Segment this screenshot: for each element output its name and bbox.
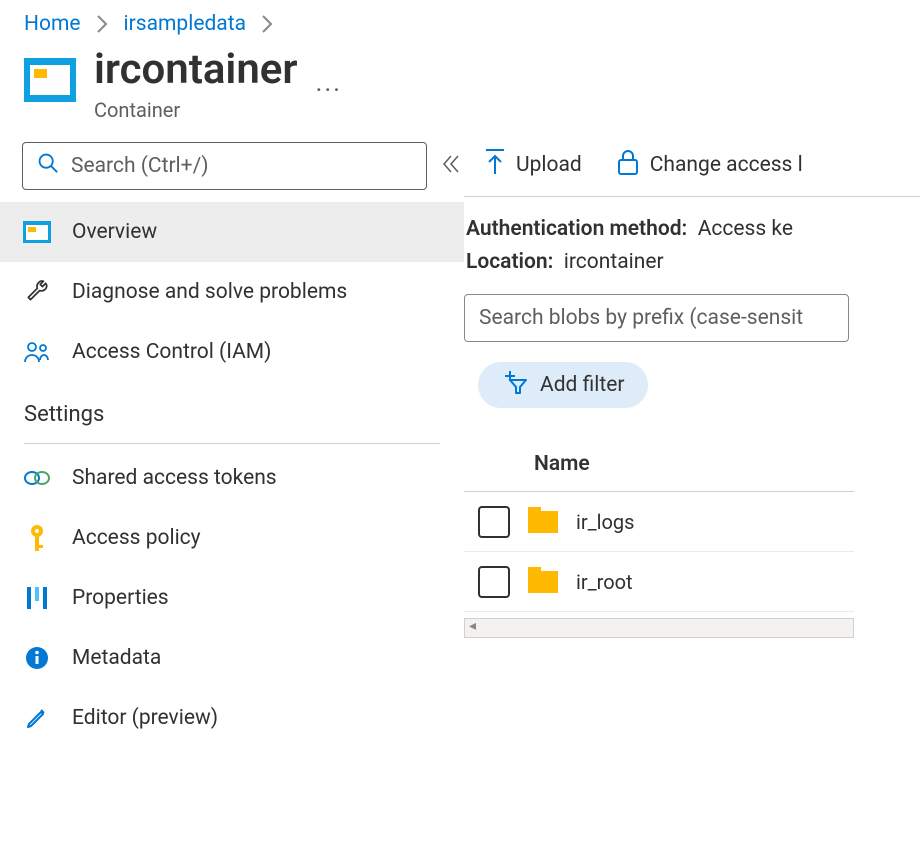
sidebar-item-shared-access-tokens[interactable]: Shared access tokens — [0, 448, 464, 508]
row-checkbox[interactable] — [478, 506, 510, 538]
blob-table: Name ir_logs ir_root — [464, 436, 854, 612]
sidebar-item-label: Metadata — [72, 646, 161, 670]
table-row[interactable]: ir_logs — [464, 492, 854, 552]
column-name[interactable]: Name — [534, 452, 590, 476]
sidebar-section-settings: Settings — [0, 382, 464, 433]
chevron-right-icon — [262, 15, 273, 33]
properties-icon — [22, 585, 52, 611]
sidebar-item-editor-preview[interactable]: Editor (preview) — [0, 688, 464, 748]
lock-icon — [616, 148, 640, 182]
breadcrumb-home[interactable]: Home — [24, 12, 81, 36]
blob-search-input[interactable]: Search blobs by prefix (case-sensit — [464, 294, 849, 342]
more-menu-button[interactable]: ··· — [316, 76, 342, 106]
content-pane: Upload Change access l Authentication me… — [464, 142, 920, 748]
add-filter-button[interactable]: Add filter — [478, 362, 648, 408]
auth-method-value: Access ke — [698, 217, 793, 241]
folder-icon — [528, 511, 558, 533]
upload-button[interactable]: Upload — [484, 148, 582, 182]
essentials: Authentication method: Access ke Locatio… — [464, 213, 920, 278]
sidebar-item-label: Editor (preview) — [72, 706, 218, 730]
page-header: ircontainer Container ··· — [0, 46, 920, 142]
toolbar-label: Change access l — [650, 153, 803, 177]
info-icon — [22, 646, 52, 670]
row-checkbox[interactable] — [478, 566, 510, 598]
container-icon — [24, 58, 76, 102]
search-icon — [37, 152, 59, 180]
toolbar: Upload Change access l — [464, 148, 920, 196]
sidebar-item-label: Access policy — [72, 526, 201, 550]
sidebar-search-placeholder: Search (Ctrl+/) — [71, 154, 209, 178]
sidebar-item-iam[interactable]: Access Control (IAM) — [0, 322, 464, 382]
sidebar-item-label: Properties — [72, 586, 169, 610]
collapse-sidebar-button[interactable] — [441, 154, 461, 179]
key-icon — [22, 523, 52, 553]
sidebar-item-label: Shared access tokens — [72, 466, 277, 490]
breadcrumb: Home irsampledata — [0, 0, 920, 46]
chevron-right-icon — [97, 15, 108, 33]
pencil-icon — [22, 706, 52, 730]
breadcrumb-parent[interactable]: irsampledata — [124, 12, 247, 36]
page-subtitle: Container — [94, 98, 298, 122]
location-value: ircontainer — [564, 250, 664, 274]
page-title: ircontainer — [94, 48, 298, 92]
row-name[interactable]: ir_root — [576, 570, 633, 594]
table-header: Name — [464, 436, 854, 492]
folder-icon — [528, 571, 558, 593]
row-name[interactable]: ir_logs — [576, 510, 635, 534]
people-icon — [22, 340, 52, 364]
sidebar-item-label: Overview — [72, 220, 157, 244]
link-icon — [22, 469, 52, 487]
divider — [24, 443, 440, 444]
sidebar: Search (Ctrl+/) Overview Diagnose and so… — [0, 142, 464, 748]
location-label: Location: — [466, 250, 553, 274]
sidebar-search-input[interactable]: Search (Ctrl+/) — [22, 142, 427, 190]
sidebar-item-metadata[interactable]: Metadata — [0, 628, 464, 688]
sidebar-item-overview[interactable]: Overview — [0, 202, 464, 262]
sidebar-item-access-policy[interactable]: Access policy — [0, 508, 464, 568]
sidebar-item-diagnose[interactable]: Diagnose and solve problems — [0, 262, 464, 322]
filter-icon — [502, 370, 528, 400]
blob-search-placeholder: Search blobs by prefix (case-sensit — [479, 306, 803, 330]
divider — [464, 196, 920, 197]
add-filter-label: Add filter — [540, 373, 624, 397]
change-access-level-button[interactable]: Change access l — [616, 148, 803, 182]
sidebar-item-label: Diagnose and solve problems — [72, 280, 347, 304]
horizontal-scrollbar[interactable] — [464, 618, 854, 638]
toolbar-label: Upload — [516, 153, 582, 177]
sidebar-item-label: Access Control (IAM) — [72, 340, 271, 364]
auth-method-label: Authentication method: — [466, 217, 687, 241]
sidebar-item-properties[interactable]: Properties — [0, 568, 464, 628]
wrench-icon — [22, 279, 52, 305]
container-icon — [22, 221, 52, 243]
table-row[interactable]: ir_root — [464, 552, 854, 612]
upload-icon — [484, 148, 506, 182]
